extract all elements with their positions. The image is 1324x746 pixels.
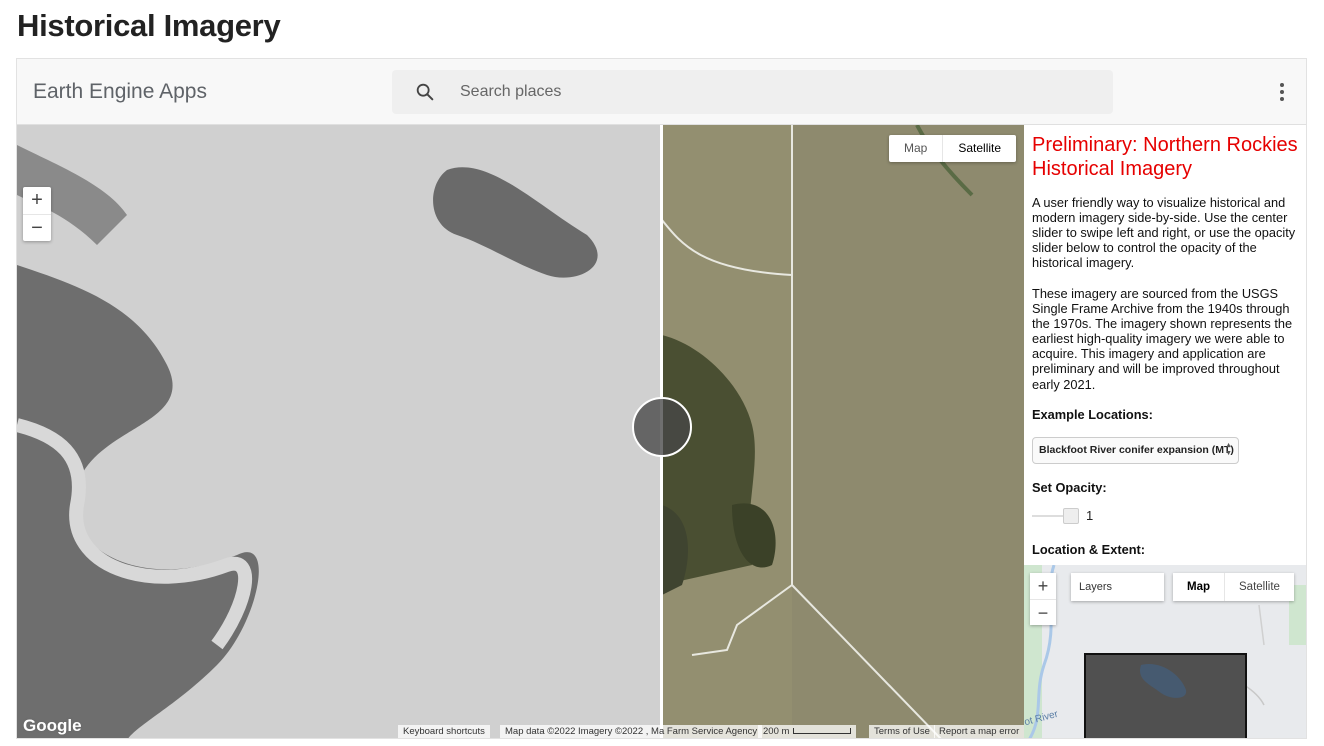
historical-imagery-texture [17, 125, 662, 738]
example-locations-select[interactable]: Blackfoot River conifer expansion (MT) ▲… [1032, 437, 1239, 464]
historical-imagery-layer[interactable] [17, 125, 662, 738]
scale-label: 200 m [763, 726, 790, 737]
panel-description: A user friendly way to visualize histori… [1032, 195, 1296, 271]
swipe-handle[interactable] [632, 397, 692, 457]
minimap-maptype-satellite-button[interactable]: Satellite [1225, 573, 1294, 601]
keyboard-shortcuts-link[interactable]: Keyboard shortcuts [398, 725, 490, 738]
minimap-zoom-control: + − [1030, 573, 1056, 625]
panel-source-note: These imagery are sourced from the USGS … [1032, 286, 1293, 392]
example-locations-value: Blackfoot River conifer expansion (MT) [1039, 444, 1234, 456]
more-vert-icon[interactable] [1278, 83, 1286, 103]
minimap-zoom-out-button[interactable]: − [1030, 599, 1056, 625]
search-box[interactable] [392, 70, 1113, 114]
maptype-control: Map Satellite [889, 135, 1017, 162]
app-frame: Earth Engine Apps Search places + − Map … [16, 58, 1307, 739]
zoom-out-button[interactable]: − [23, 214, 51, 241]
modern-imagery-texture [661, 125, 1024, 738]
scale-bar [793, 728, 852, 735]
select-arrows-icon: ▲ ▼ [1225, 442, 1232, 457]
side-panel: Preliminary: Northern Rockies Historical… [1024, 125, 1306, 738]
zoom-control: + − [23, 187, 51, 241]
map-data-attribution: Map data ©2022 Imagery ©2022 , Ma Farm S… [500, 725, 763, 738]
page-title: Historical Imagery [17, 8, 281, 43]
top-bar: Earth Engine Apps [17, 59, 1306, 125]
opacity-label: Set Opacity: [1032, 480, 1107, 495]
panel-title: Preliminary: Northern Rockies Historical… [1032, 134, 1298, 180]
extent-lake-shape [1140, 664, 1187, 698]
zoom-in-button[interactable]: + [23, 187, 51, 214]
report-error-link[interactable]: Report a map error [934, 725, 1024, 738]
terms-link[interactable]: Terms of Use [869, 725, 935, 738]
minimap-zoom-in-button[interactable]: + [1030, 573, 1056, 599]
minimap-maptype-map-button[interactable]: Map [1173, 573, 1225, 601]
extent-label: Location & Extent: [1032, 542, 1146, 557]
location-minimap[interactable]: ot River + − Layers Map Satellite [1024, 565, 1306, 738]
opacity-value: 1 [1086, 508, 1094, 523]
opacity-slider-thumb[interactable] [1063, 508, 1079, 524]
modern-imagery-layer[interactable] [661, 125, 1024, 738]
google-logo[interactable]: Google [23, 716, 82, 736]
scale-indicator[interactable]: 200 m [758, 725, 857, 738]
search-input[interactable] [460, 70, 1060, 114]
maptype-map-button[interactable]: Map [889, 135, 942, 162]
minimap-maptype-control: Map Satellite [1173, 573, 1294, 601]
maptype-satellite-button[interactable]: Satellite [942, 135, 1016, 162]
search-icon[interactable] [414, 81, 436, 103]
extent-rectangle [1084, 653, 1247, 738]
main-map[interactable]: + − Map Satellite Google Keyboard shortc… [17, 125, 1024, 738]
brand-title[interactable]: Earth Engine Apps [33, 80, 207, 104]
example-locations-label: Example Locations: [1032, 407, 1153, 422]
minimap-layers-button[interactable]: Layers [1071, 573, 1164, 601]
